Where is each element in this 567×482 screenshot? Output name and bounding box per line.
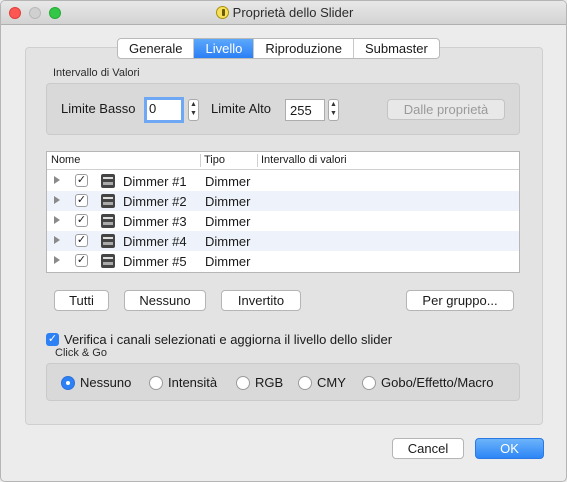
- column-header-name[interactable]: Nome: [51, 154, 80, 166]
- expand-arrow-icon[interactable]: [54, 176, 60, 184]
- column-divider: [200, 154, 201, 167]
- low-limit-stepper[interactable]: ▲ ▼: [188, 99, 199, 121]
- high-limit-stepper[interactable]: ▲ ▼: [328, 99, 339, 121]
- cancel-button[interactable]: Cancel: [392, 438, 464, 459]
- monitor-channels-checkbox[interactable]: ✓: [46, 333, 59, 346]
- row-name: Dimmer #1: [123, 174, 187, 189]
- dimmer-fixture-icon: [101, 234, 115, 248]
- row-name: Dimmer #3: [123, 214, 187, 229]
- radio-label-gobo-effetto-macro[interactable]: Gobo/Effetto/Macro: [381, 375, 494, 390]
- radio-label-nessuno[interactable]: Nessuno: [80, 375, 131, 390]
- row-type: Dimmer: [205, 214, 251, 229]
- value-range-group: Limite Basso 0 ▲ ▼ Limite Alto 255 ▲ ▼ Dal…: [46, 83, 520, 135]
- row-type: Dimmer: [205, 194, 251, 209]
- row-checkbox[interactable]: ✓: [75, 214, 88, 227]
- high-limit-input[interactable]: 255: [285, 99, 325, 121]
- dimmer-fixture-icon: [101, 174, 115, 188]
- column-divider: [257, 154, 258, 167]
- monitor-channels-label[interactable]: Verifica i canali selezionati e aggiorna…: [64, 332, 392, 347]
- slider-app-icon: [215, 6, 229, 19]
- expand-arrow-icon[interactable]: [54, 256, 60, 264]
- dimmer-fixture-icon: [101, 194, 115, 208]
- radio-intensita[interactable]: [149, 376, 163, 390]
- ok-button[interactable]: OK: [475, 438, 544, 459]
- expand-arrow-icon[interactable]: [54, 216, 60, 224]
- column-header-range[interactable]: Intervallo di valori: [261, 154, 347, 166]
- title-bar[interactable]: Proprietà dello Slider: [1, 1, 566, 25]
- value-range-group-label: Intervallo di Valori: [53, 67, 140, 79]
- radio-nessuno[interactable]: [61, 376, 75, 390]
- select-all-button[interactable]: Tutti: [54, 290, 109, 311]
- click-go-group: Nessuno Intensità RGB CMY Gobo/Effetto/M…: [46, 363, 520, 401]
- tab-bar: Generale Livello Riproduzione Submaster: [117, 38, 440, 59]
- table-row[interactable]: ✓ Dimmer #4 Dimmer: [47, 231, 519, 251]
- table-header: Nome Tipo Intervallo di valori: [47, 152, 519, 170]
- row-checkbox[interactable]: ✓: [75, 234, 88, 247]
- window-title: Proprietà dello Slider: [232, 5, 354, 20]
- table-row[interactable]: ✓ Dimmer #1 Dimmer: [47, 171, 519, 191]
- expand-arrow-icon[interactable]: [54, 196, 60, 204]
- window-title-group: Proprietà dello Slider: [1, 5, 566, 20]
- row-type: Dimmer: [205, 234, 251, 249]
- low-limit-label: Limite Basso: [61, 101, 136, 116]
- slider-properties-window: Proprietà dello Slider Generale Livello …: [0, 0, 567, 482]
- radio-label-cmy[interactable]: CMY: [317, 375, 346, 390]
- radio-label-intensita[interactable]: Intensità: [168, 375, 217, 390]
- select-none-button[interactable]: Nessuno: [124, 290, 206, 311]
- row-name: Dimmer #4: [123, 234, 187, 249]
- invert-selection-button[interactable]: Invertito: [221, 290, 301, 311]
- row-name: Dimmer #2: [123, 194, 187, 209]
- click-go-group-label: Click & Go: [55, 347, 107, 359]
- row-checkbox[interactable]: ✓: [75, 174, 88, 187]
- table-row[interactable]: ✓ Dimmer #5 Dimmer: [47, 251, 519, 271]
- row-checkbox[interactable]: ✓: [75, 194, 88, 207]
- low-limit-input[interactable]: 0: [144, 97, 184, 123]
- tab-riproduzione[interactable]: Riproduzione: [254, 39, 354, 58]
- channels-table: Nome Tipo Intervallo di valori ✓ Dimmer …: [46, 151, 520, 273]
- row-name: Dimmer #5: [123, 254, 187, 269]
- by-group-button[interactable]: Per gruppo...: [406, 290, 514, 311]
- radio-label-rgb[interactable]: RGB: [255, 375, 283, 390]
- high-limit-label: Limite Alto: [211, 101, 271, 116]
- column-header-type[interactable]: Tipo: [204, 154, 225, 166]
- expand-arrow-icon[interactable]: [54, 236, 60, 244]
- radio-cmy[interactable]: [298, 376, 312, 390]
- radio-rgb[interactable]: [236, 376, 250, 390]
- radio-gobo-effetto-macro[interactable]: [362, 376, 376, 390]
- tab-livello[interactable]: Livello: [194, 39, 255, 58]
- dimmer-fixture-icon: [101, 254, 115, 268]
- dimmer-fixture-icon: [101, 214, 115, 228]
- table-row[interactable]: ✓ Dimmer #3 Dimmer: [47, 211, 519, 231]
- from-properties-button[interactable]: Dalle proprietà: [387, 99, 505, 120]
- table-row[interactable]: ✓ Dimmer #2 Dimmer: [47, 191, 519, 211]
- row-type: Dimmer: [205, 254, 251, 269]
- row-type: Dimmer: [205, 174, 251, 189]
- tab-submaster[interactable]: Submaster: [354, 39, 439, 58]
- row-checkbox[interactable]: ✓: [75, 254, 88, 267]
- tab-generale[interactable]: Generale: [118, 39, 195, 58]
